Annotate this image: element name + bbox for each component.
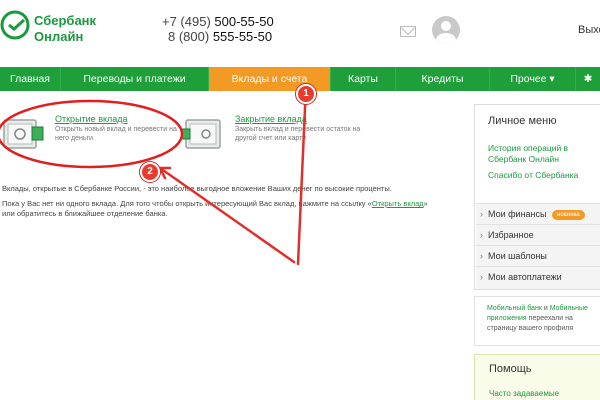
annotation-marker-1: 1 [296,84,316,104]
help-title: Помощь [489,363,532,375]
mail-icon[interactable] [400,26,416,37]
phone-2-prefix: 8 (800) [168,29,213,44]
close-deposit-action[interactable]: Закрытие вклада Закрыть вклад и перевест… [182,114,362,154]
user-avatar-icon[interactable] [432,16,460,44]
faq-link[interactable]: Часто задаваемые [489,389,559,398]
new-badge: новинка [552,210,585,220]
nav-tab-home[interactable]: Главная [0,67,61,91]
personal-menu: Личное меню История операций в Сбербанк … [474,104,600,290]
menu-row-autopayments[interactable]: Мои автоплатежи [476,266,600,289]
help-panel: Помощь Часто задаваемые [474,354,600,400]
deposits-info-text: Вклады, открытые в Сбербанке России, - э… [2,184,392,193]
close-deposit-desc: Закрыть вклад и перевести остаток на дру… [235,126,361,142]
phone-2: 8 (800) 555-55-50 [162,29,274,44]
menu-row-favorites[interactable]: Избранное [476,224,600,245]
close-deposit-link[interactable]: Закрытие вклада [235,114,307,124]
open-deposit-desc: Открыть новый вклад и перевести на него … [55,126,177,142]
annotation-marker-2: 2 [140,162,160,182]
nav-tab-credits[interactable]: Кредиты [396,67,490,91]
annotation-arrow-1 [296,83,313,266]
promo-and: и [541,305,550,312]
phone-2-number: 555-55-50 [212,29,273,44]
logout-link[interactable]: Выход [578,24,600,36]
open-deposit-inline-link[interactable]: Открыть вклад [372,199,424,208]
spasibo-link[interactable]: Спасибо от Сбербанка [488,170,578,181]
sberbank-logo[interactable]: Сбербанк Онлайн [0,6,150,56]
open-deposit-link[interactable]: Открытие вклада [55,114,128,124]
mobile-bank-link[interactable]: Мобильный банк [487,305,542,312]
phone-1-prefix: +7 (495) [162,14,215,29]
nav-tab-other[interactable]: Прочее ▾ [490,67,576,91]
nav-tab-transfers[interactable]: Переводы и платежи [61,67,209,91]
safe-closed-icon [182,119,221,149]
phone-1: +7 (495) 500-55-50 [162,14,274,29]
personal-menu-title: Личное меню [488,115,557,127]
safe-open-icon [3,119,44,149]
nav-tab-more[interactable]: ✱ [576,67,600,91]
no-deposits-text: Пока у Вас нет ни одного вклада. Для тог… [2,199,442,219]
menu-row-templates[interactable]: Мои шаблоны [476,245,600,266]
operations-history-link[interactable]: История операций в Сбербанк Онлайн [488,143,598,165]
sberbank-logo-icon [0,10,30,40]
open-deposit-action[interactable]: Открытие вклада Открыть новый вклад и пе… [2,114,177,154]
contact-phones: +7 (495) 500-55-50 8 (800) 555-55-50 [162,14,274,44]
menu-row-my-finances[interactable]: Мои финансы новинка [476,203,600,224]
nav-tab-cards[interactable]: Карты [331,67,396,91]
logo-text-line2: Онлайн [34,29,84,44]
phone-1-number: 500-55-50 [214,14,274,29]
logo-text-line1: Сбербанк [34,13,97,28]
menu-row-my-finances-label: Мои финансы [488,209,547,219]
no-deposits-text-start: Пока у Вас нет ни одного вклада. Для тог… [2,199,372,208]
mobile-promo: Мобильный банк и Мобильные приложения пе… [474,296,600,346]
